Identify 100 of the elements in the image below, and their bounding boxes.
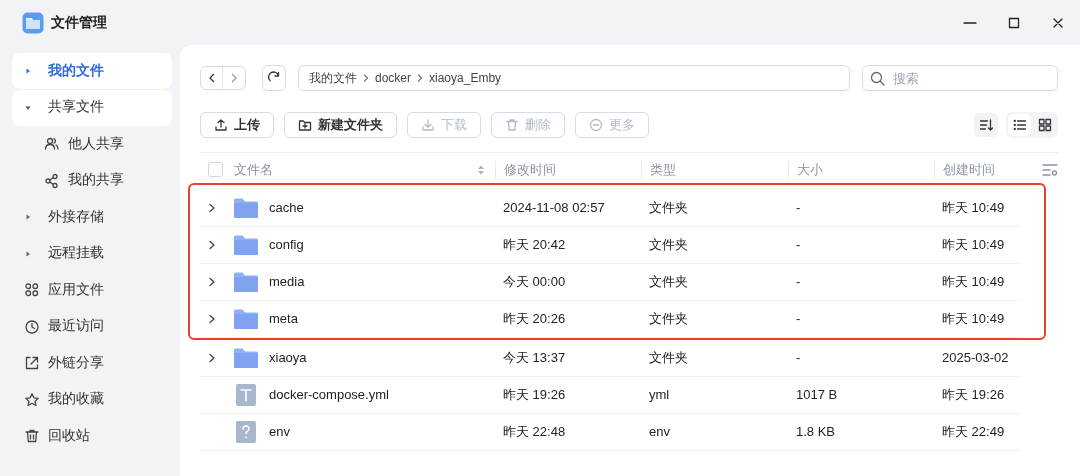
table-cell-text: 昨天 10:49 bbox=[942, 273, 1005, 292]
star-icon bbox=[24, 391, 40, 408]
sidebar-item[interactable]: 他人共享 bbox=[12, 126, 172, 162]
breadcrumb-item[interactable]: xiaoya_Emby bbox=[429, 69, 502, 87]
table-cell-text: - bbox=[796, 236, 801, 255]
new-folder-icon bbox=[298, 118, 312, 132]
expand-button[interactable] bbox=[208, 314, 216, 324]
maximize-icon bbox=[1007, 15, 1021, 30]
folder-icon bbox=[233, 234, 259, 256]
window-title: 文件管理 bbox=[50, 13, 107, 32]
caret-icon bbox=[24, 213, 32, 221]
chevron-icon bbox=[208, 314, 216, 324]
select-all-checkbox[interactable] bbox=[208, 162, 223, 177]
sidebar-item[interactable]: 外链分享 bbox=[12, 345, 172, 381]
table-cell-text: 1.8 KB bbox=[796, 423, 836, 442]
chevron-icon bbox=[417, 74, 424, 82]
table-cell-text: 2024-11-08 02:57 bbox=[503, 199, 605, 218]
trash-icon bbox=[24, 428, 40, 444]
chevron-icon bbox=[208, 240, 216, 250]
table-cell-text: 文件夹 bbox=[649, 199, 688, 218]
unknown-file-icon bbox=[235, 420, 257, 444]
sidebar-item[interactable]: 应用文件 bbox=[12, 272, 172, 308]
table-cell-text: 昨天 10:49 bbox=[942, 310, 1005, 329]
column-settings-icon bbox=[1042, 162, 1058, 177]
table-cell-text: - bbox=[796, 199, 801, 218]
table-cell-text: 文件夹 bbox=[649, 273, 688, 292]
expand-button[interactable] bbox=[208, 277, 216, 287]
trash-icon bbox=[505, 118, 519, 132]
sidebar-item[interactable]: 回收站 bbox=[12, 418, 172, 454]
more-icon bbox=[589, 118, 603, 132]
sidebar-item[interactable]: 外接存储 bbox=[12, 199, 172, 235]
file-name[interactable]: cache bbox=[269, 198, 304, 218]
table-cell-text: 2025-03-02 bbox=[942, 349, 1009, 368]
apps-icon bbox=[24, 282, 40, 298]
sidebar-item[interactable]: 我的共享 bbox=[12, 162, 172, 199]
file-name[interactable]: media bbox=[269, 272, 305, 292]
share-icon bbox=[44, 172, 60, 189]
table-cell-text: - bbox=[796, 310, 801, 329]
expand-button[interactable] bbox=[208, 353, 216, 363]
forward-icon bbox=[229, 73, 239, 83]
text-file-icon bbox=[235, 383, 257, 407]
sort-icon bbox=[979, 118, 993, 132]
download-icon bbox=[421, 118, 435, 132]
sidebar-item[interactable]: 我的文件 bbox=[12, 53, 172, 89]
toolbar-button[interactable]: 新建文件夹 bbox=[284, 112, 397, 138]
upload-icon bbox=[214, 118, 228, 132]
breadcrumb-item[interactable]: 我的文件 bbox=[309, 69, 357, 87]
file-name[interactable]: env bbox=[269, 422, 290, 442]
toolbar-button[interactable]: 上传 bbox=[200, 112, 274, 138]
breadcrumb-item[interactable]: docker bbox=[375, 69, 412, 87]
table-cell-text: 昨天 20:26 bbox=[503, 310, 566, 329]
sort-arrows-icon bbox=[477, 163, 485, 176]
table-cell-text: 文件夹 bbox=[649, 310, 688, 329]
table-cell-text: yml bbox=[649, 386, 670, 405]
table-cell-text: 昨天 20:42 bbox=[503, 236, 566, 255]
file-name[interactable]: xiaoya bbox=[269, 348, 307, 368]
sort-button[interactable] bbox=[974, 113, 998, 137]
expand-button[interactable] bbox=[208, 240, 216, 250]
folder-icon bbox=[233, 347, 259, 369]
list-view-icon bbox=[1012, 118, 1027, 132]
people-icon bbox=[44, 136, 60, 152]
folder-icon bbox=[233, 271, 259, 293]
chevron-icon bbox=[208, 277, 216, 287]
refresh-button[interactable] bbox=[262, 65, 286, 91]
table-cell-text: 昨天 22:49 bbox=[942, 423, 1005, 442]
table-cell-text: - bbox=[796, 273, 801, 292]
clock-icon bbox=[24, 318, 40, 335]
sidebar-item[interactable]: 共享文件 bbox=[12, 89, 172, 126]
table-cell-text: 昨天 10:49 bbox=[942, 199, 1005, 218]
sidebar-item[interactable]: 最近访问 bbox=[12, 308, 172, 345]
table-cell-text: 今天 13:37 bbox=[503, 349, 566, 368]
table-cell-text: - bbox=[796, 349, 801, 368]
table-cell-text: 今天 00:00 bbox=[503, 273, 566, 292]
search-icon bbox=[870, 71, 885, 86]
table-cell-text: 昨天 19:26 bbox=[942, 386, 1005, 405]
file-name[interactable]: meta bbox=[269, 309, 298, 329]
grid-view-icon bbox=[1037, 118, 1052, 132]
table-cell-text: env bbox=[649, 423, 670, 442]
file-name[interactable]: config bbox=[269, 235, 304, 255]
table-cell-text: 文件夹 bbox=[649, 236, 688, 255]
caret-icon bbox=[24, 249, 32, 258]
sidebar-item[interactable]: 我的收藏 bbox=[12, 381, 172, 418]
table-cell-text: 昨天 10:49 bbox=[942, 236, 1005, 255]
chevron-icon bbox=[208, 203, 216, 213]
sidebar-item[interactable]: 远程挂载 bbox=[12, 235, 172, 272]
app-logo-icon bbox=[22, 11, 44, 34]
view-toggle[interactable] bbox=[1008, 114, 1031, 136]
file-name[interactable]: docker-compose.yml bbox=[269, 385, 389, 405]
folder-icon bbox=[233, 308, 259, 330]
table-cell-text: 文件夹 bbox=[649, 349, 688, 368]
chevron-icon bbox=[208, 353, 216, 363]
table-cell-text: 昨天 19:26 bbox=[503, 386, 566, 405]
chevron-icon bbox=[363, 74, 369, 82]
expand-button[interactable] bbox=[208, 203, 216, 213]
folder-icon bbox=[233, 197, 259, 219]
table-cell-text: 昨天 22:48 bbox=[503, 423, 566, 442]
search-field[interactable]: 搜索 bbox=[862, 65, 1058, 91]
table-cell-text: 1017 B bbox=[796, 386, 838, 405]
external-share-icon bbox=[24, 355, 40, 371]
caret-icon bbox=[24, 67, 32, 75]
